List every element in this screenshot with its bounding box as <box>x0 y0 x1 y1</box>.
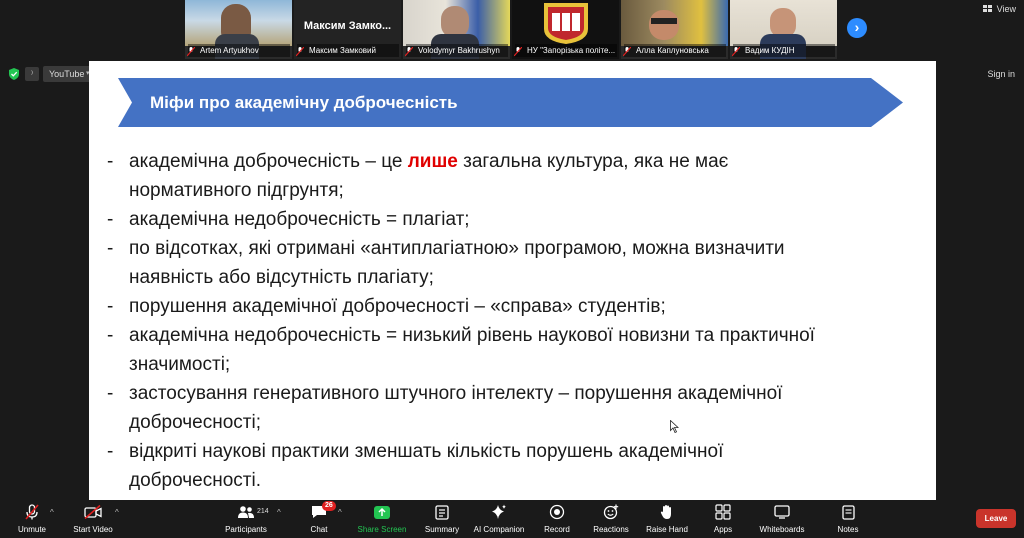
participant-tile[interactable]: Volodymyr Bakhrushyn <box>403 0 510 59</box>
apps-icon <box>715 504 731 520</box>
participant-name: НУ "Запорізька політе... <box>515 44 617 57</box>
bullet-text-continued: наявність або відсутність плагіату; <box>129 267 434 288</box>
list-item: - порушення академічної доброчесності – … <box>107 296 666 317</box>
start-video-label: Start Video <box>73 525 113 534</box>
participant-strip: Artem Artyukhov Максим Замко... Максим З… <box>185 0 837 59</box>
view-button[interactable]: View <box>982 4 1016 14</box>
bullet-text-continued: доброчесності. <box>129 470 261 491</box>
apps-button[interactable]: Apps <box>710 502 736 538</box>
chevron-up-icon[interactable]: ^ <box>50 508 54 517</box>
reactions-icon <box>603 504 619 520</box>
mic-muted-icon <box>732 47 740 56</box>
grid-view-icon <box>982 5 992 12</box>
list-item: - відкриті наукові практики зменшать кіл… <box>107 441 724 491</box>
chevron-up-icon[interactable]: ^ <box>277 508 281 517</box>
mic-muted-icon <box>623 47 631 56</box>
bullet-text: по відсотках, які отримані «антиплагіатн… <box>129 238 785 259</box>
chat-unread-badge: 26 <box>322 501 336 511</box>
bullet-text: академічна доброчесність – це <box>129 151 408 172</box>
record-label: Record <box>544 525 570 534</box>
notes-button[interactable]: Notes <box>834 502 862 538</box>
reactions-label: Reactions <box>593 525 629 534</box>
participants-label: Participants <box>225 525 267 534</box>
reactions-button[interactable]: Reactions <box>590 502 632 538</box>
slide-bullet-list: - академічна доброчесність – це лише заг… <box>107 147 927 495</box>
mic-muted-icon <box>296 47 304 56</box>
raise-hand-button[interactable]: Raise Hand <box>644 502 690 538</box>
record-button[interactable]: Record <box>540 502 574 538</box>
bullet-text: порушення академічної доброчесності – «с… <box>129 296 666 317</box>
security-shield-icon[interactable] <box>8 68 20 80</box>
mic-muted-icon <box>405 47 413 56</box>
list-item: - академічна доброчесність – це лише заг… <box>107 151 729 201</box>
next-participants-button[interactable]: › <box>847 18 867 38</box>
whiteboards-button[interactable]: Whiteboards <box>756 502 808 538</box>
slide-title: Міфи про академічну доброчесність <box>150 93 458 112</box>
ai-sparkle-icon <box>492 504 506 519</box>
raise-hand-label: Raise Hand <box>646 525 688 534</box>
participant-name: Artem Artyukhov <box>188 44 290 57</box>
start-video-button[interactable]: Start Video <box>70 502 116 538</box>
ai-companion-button[interactable]: AI Companion <box>470 502 528 538</box>
participant-tile[interactable]: Алла Каплуновська <box>621 0 728 59</box>
participant-display-name: Максим Замко... <box>303 20 392 32</box>
zoom-meeting-window: Artem Artyukhov Максим Замко... Максим З… <box>0 0 1024 538</box>
unmute-label: Unmute <box>17 525 46 534</box>
meeting-toolbar: Unmute ^ Start Video ^ Participants 214 … <box>0 500 1024 538</box>
signal-icon[interactable]: ⁾ <box>25 67 39 81</box>
chevron-up-icon[interactable]: ^ <box>338 508 342 517</box>
mic-muted-icon <box>187 47 195 56</box>
bullet-text-continued: доброчесності; <box>129 412 261 433</box>
notes-icon <box>841 504 855 520</box>
participants-count: 214 <box>257 508 269 515</box>
participant-tile[interactable]: Artem Artyukhov <box>185 0 292 59</box>
bullet-text: академічна недоброчесність = плагіат; <box>129 209 470 230</box>
share-screen-label: Share Screen <box>357 525 407 534</box>
university-logo-icon <box>544 3 588 44</box>
participant-name: Алла Каплуновська <box>624 44 726 57</box>
summary-label: Summary <box>424 525 460 534</box>
shared-slide: Міфи про академічну доброчесність - акад… <box>89 61 936 500</box>
view-label: View <box>996 4 1016 14</box>
raise-hand-icon <box>660 505 671 519</box>
leave-button[interactable]: Leave <box>976 509 1016 528</box>
ai-companion-label: AI Companion <box>473 525 525 534</box>
bullet-text: відкриті наукові практики зменшать кільк… <box>129 441 724 462</box>
participant-tile[interactable]: Вадим КУДІН <box>730 0 837 59</box>
list-item: - застосування генеративного штучного ін… <box>107 383 783 433</box>
bullet-text: академічна недоброчесність = низький рів… <box>129 325 815 346</box>
whiteboards-label: Whiteboards <box>759 525 805 534</box>
mic-muted-icon <box>25 504 39 520</box>
participant-tile[interactable]: НУ "Запорізька політе... <box>512 0 619 59</box>
share-screen-icon <box>374 505 390 519</box>
unmute-button[interactable]: Unmute <box>12 502 52 538</box>
summary-button[interactable]: Summary <box>422 502 462 538</box>
mic-muted-icon <box>514 47 522 56</box>
mouse-cursor-icon <box>670 420 679 433</box>
notes-label: Notes <box>837 525 859 534</box>
list-item: - по відсотках, які отримані «антиплагіа… <box>107 238 785 288</box>
video-off-icon <box>84 505 102 519</box>
list-item: - академічна недоброчесність = низький р… <box>107 325 815 375</box>
apps-label: Apps <box>713 525 733 534</box>
bullet-text-continued: нормативного підгрунтя; <box>129 180 344 201</box>
bullet-text-continued: значимості; <box>129 354 231 375</box>
participant-name: Максим Замковий <box>297 44 399 57</box>
participant-name: Вадим КУДІН <box>733 44 835 57</box>
bullet-highlight: лише <box>407 151 458 172</box>
whiteboard-icon <box>774 505 790 519</box>
participant-tile[interactable]: Максим Замко... Максим Замковий <box>294 0 401 59</box>
bullet-text: загальна культура, яка не має <box>457 151 729 172</box>
list-item: - академічна недоброчесність = плагіат; <box>107 209 470 230</box>
share-screen-button[interactable]: Share Screen <box>356 502 408 538</box>
bullet-text: застосування генеративного штучного інте… <box>129 383 783 404</box>
sign-in-link[interactable]: Sign in <box>987 69 1015 79</box>
chevron-up-icon[interactable]: ^ <box>115 508 119 517</box>
record-icon <box>549 504 565 520</box>
participant-name: Volodymyr Bakhrushyn <box>406 44 508 57</box>
summary-icon <box>435 504 449 520</box>
participants-icon <box>238 506 254 518</box>
chat-label: Chat <box>310 525 328 534</box>
